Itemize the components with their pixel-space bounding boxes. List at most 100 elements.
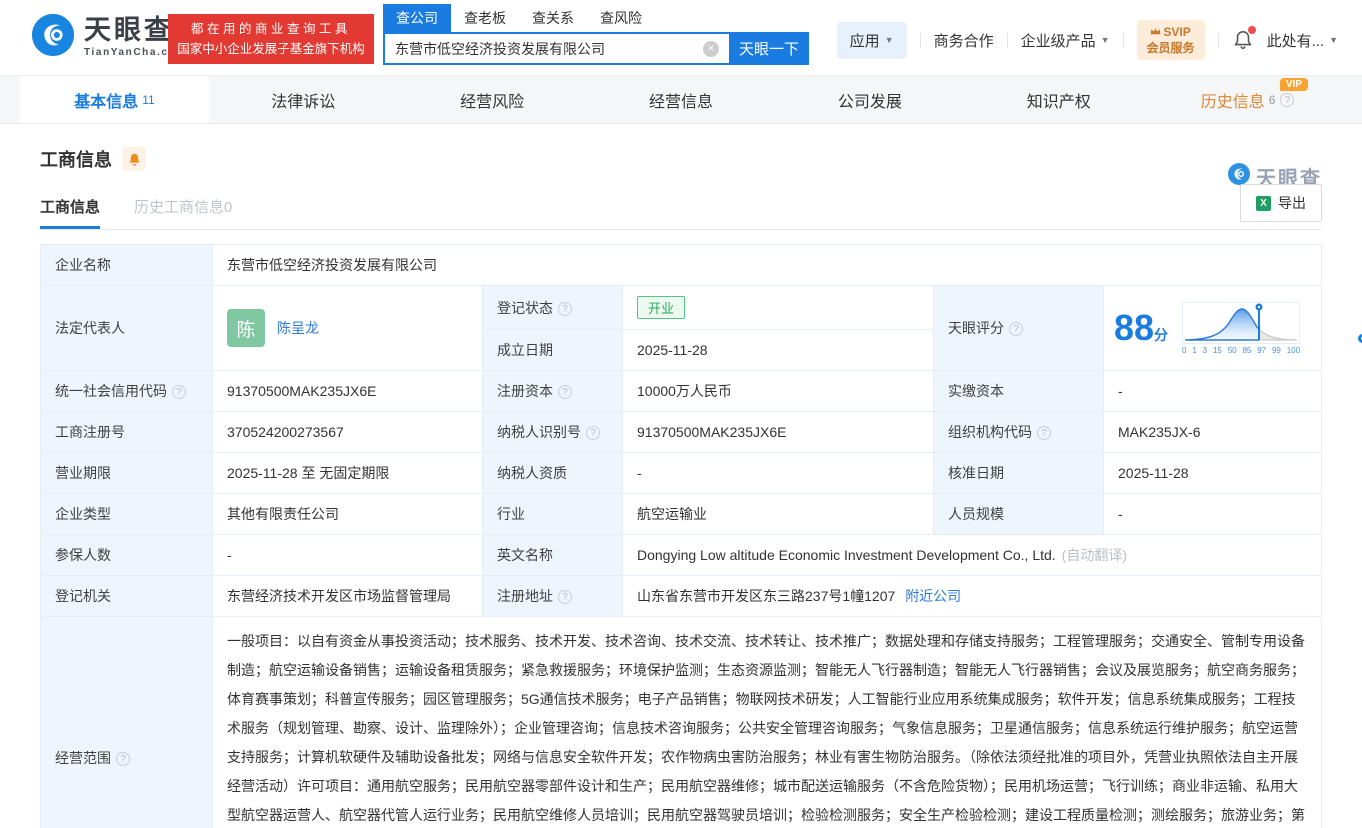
- table-row: 登记机关 东营经济技术开发区市场监督管理局 注册地址 山东省东营市开发区东三路2…: [40, 575, 1322, 617]
- table-row: 法定代表人 陈 陈呈龙 登记状态 开业 天眼评分 88分: [40, 285, 1322, 371]
- table-row: 统一社会信用代码 91370500MAK235JX6E 注册资本 10000万人…: [40, 370, 1322, 412]
- score-curve-blue: [1185, 307, 1260, 341]
- help-icon[interactable]: [116, 751, 130, 766]
- help-icon[interactable]: [586, 426, 600, 440]
- company-nav-tabs: 基本信息 11 法律诉讼 经营风险 经营信息 公司发展 知识产权 VIP 历史信…: [0, 76, 1362, 124]
- help-icon[interactable]: [558, 590, 572, 604]
- taxpayer-id-value: 91370500MAK235JX6E: [622, 411, 934, 453]
- search-tab-company[interactable]: 查公司: [383, 4, 451, 32]
- reg-capital-label: 注册资本: [482, 370, 623, 412]
- english-name-label: 英文名称: [482, 534, 623, 576]
- chevron-down-icon: ▼: [1329, 35, 1338, 46]
- tab-label: 经营风险: [460, 93, 525, 111]
- taxpayer-quality-label: 纳税人资质: [482, 452, 623, 494]
- company-type-label: 企业类型: [40, 493, 213, 535]
- reg-capital-value: 10000万人民币: [622, 370, 934, 412]
- chevron-down-icon: ▼: [1100, 35, 1110, 46]
- enterprise-products-menu[interactable]: 企业级产品 ▼: [1021, 30, 1110, 51]
- help-icon[interactable]: [558, 385, 572, 399]
- company-name-value: 东营市低空经济投资发展有限公司: [212, 244, 1322, 286]
- tab-label: 公司发展: [837, 93, 902, 111]
- org-code-value: MAK235JX-6: [1103, 411, 1322, 453]
- help-icon[interactable]: [558, 301, 572, 316]
- search-tab-relation[interactable]: 查关系: [519, 4, 587, 32]
- score-unit: 分: [1154, 327, 1169, 343]
- notification-bell-icon[interactable]: [1232, 26, 1256, 51]
- business-cooperation-link[interactable]: 商务合作: [934, 30, 994, 51]
- search-tab-risk[interactable]: 查风险: [587, 4, 655, 32]
- help-icon[interactable]: [1009, 322, 1023, 336]
- industry-label: 行业: [482, 493, 623, 535]
- table-row: 经营范围 一般项目：以自有资金从事投资活动；技术服务、技术开发、技术咨询、技术交…: [40, 616, 1322, 828]
- credit-code-value: 91370500MAK235JX6E: [212, 370, 483, 412]
- business-scope-value: 一般项目：以自有资金从事投资活动；技术服务、技术开发、技术咨询、技术交流、技术转…: [212, 616, 1322, 828]
- business-term-value: 2025-11-28 至 无固定期限: [212, 452, 483, 494]
- export-label: 导出: [1278, 195, 1306, 211]
- subtab-business-info[interactable]: 工商信息: [40, 196, 101, 229]
- table-row: 企业名称 东营市低空经济投资发展有限公司: [40, 244, 1322, 286]
- svip-member-badge[interactable]: SVIP 会员服务: [1136, 20, 1205, 61]
- score-value: 88分 0 1 3 15 50 85 97 99 100: [1103, 285, 1322, 371]
- user-account-menu[interactable]: 此处有... ▼: [1267, 30, 1338, 51]
- help-icon[interactable]: [1037, 426, 1051, 440]
- company-type-value: 其他有限责任公司: [212, 493, 483, 535]
- help-icon[interactable]: [1280, 92, 1295, 107]
- tab-intellectual-property[interactable]: 知识产权: [964, 76, 1153, 123]
- divider: [1217, 32, 1219, 48]
- taxpayer-quality-value: -: [622, 452, 934, 494]
- paid-capital-label: 实缴资本: [933, 370, 1104, 412]
- tab-basic-info[interactable]: 基本信息 11: [20, 76, 209, 123]
- address-value: 山东省东营市开发区东三路237号1幢1207 附近公司: [622, 575, 1322, 617]
- subtab-history-business-info[interactable]: 历史工商信息0: [134, 196, 232, 229]
- insured-label: 参保人数: [40, 534, 213, 576]
- reg-authority-value: 东营经济技术开发区市场监督管理局: [212, 575, 483, 617]
- table-row: 企业类型 其他有限责任公司 行业 航空运输业 人员规模 -: [40, 493, 1322, 535]
- avatar[interactable]: 陈: [227, 309, 265, 347]
- staff-size-label: 人员规模: [933, 493, 1104, 535]
- header-nav: 应用 ▼ 商务合作 企业级产品 ▼ SVIP 会员服务 此处有... ▼: [836, 20, 1338, 61]
- apps-label: 应用: [849, 32, 880, 50]
- notification-dot: [1247, 26, 1256, 35]
- tab-operation-info[interactable]: 经营信息: [587, 76, 776, 123]
- clear-icon[interactable]: [703, 41, 719, 57]
- tab-history-info[interactable]: VIP 历史信息 6: [1153, 76, 1342, 123]
- tab-legal-proceedings[interactable]: 法律诉讼: [209, 76, 398, 123]
- approval-date-value: 2025-11-28: [1103, 452, 1322, 494]
- reg-number-label: 工商注册号: [40, 411, 213, 453]
- approval-date-label: 核准日期: [933, 452, 1104, 494]
- tab-label: 法律诉讼: [271, 93, 336, 111]
- help-icon[interactable]: [172, 385, 186, 399]
- search-input[interactable]: [383, 32, 729, 65]
- nearby-companies-link[interactable]: 附近公司: [905, 588, 961, 604]
- search-button[interactable]: 天眼一下: [729, 32, 809, 65]
- tab-label: 基本信息: [74, 93, 139, 111]
- business-scope-label: 经营范围: [40, 616, 213, 828]
- reg-status-value: 开业: [622, 285, 934, 330]
- divider: [1122, 32, 1124, 48]
- monitor-bell-icon[interactable]: [122, 147, 146, 171]
- org-code-label: 组织机构代码: [933, 411, 1104, 453]
- reg-authority-label: 登记机关: [40, 575, 213, 617]
- slogan-line2: 国家中小企业发展子基金旗下机构: [177, 42, 365, 56]
- side-widget-dot[interactable]: [1358, 334, 1362, 343]
- legal-rep-link[interactable]: 陈呈龙: [277, 318, 319, 338]
- tab-operation-risk[interactable]: 经营风险: [398, 76, 587, 123]
- tab-label: 知识产权: [1026, 93, 1091, 111]
- legal-rep-label: 法定代表人: [40, 285, 213, 371]
- chevron-down-icon: ▼: [884, 35, 894, 46]
- search-area: 查公司 查老板 查关系 查风险 天眼一下: [383, 4, 809, 65]
- tianyancha-logo[interactable]: 天眼查 TianYanCha.com: [30, 12, 187, 63]
- apps-menu[interactable]: 应用 ▼: [836, 21, 907, 59]
- credit-code-label: 统一社会信用代码: [40, 370, 213, 412]
- export-button[interactable]: 导出: [1240, 184, 1322, 222]
- search-tab-boss[interactable]: 查老板: [451, 4, 519, 32]
- tianyancha-logo-icon: [30, 12, 76, 63]
- score-label: 天眼评分: [933, 285, 1104, 371]
- tab-count: 6: [1268, 92, 1276, 107]
- svip-line2: 会员服务: [1146, 41, 1195, 56]
- tab-company-development[interactable]: 公司发展: [775, 76, 964, 123]
- english-name-value: Dongying Low altitude Economic Investmen…: [622, 534, 1322, 576]
- table-row: 参保人数 - 英文名称 Dongying Low altitude Econom…: [40, 534, 1322, 576]
- score-distribution-chart: 0 1 3 15 50 85 97 99 100: [1182, 301, 1301, 355]
- divider: [1006, 32, 1008, 48]
